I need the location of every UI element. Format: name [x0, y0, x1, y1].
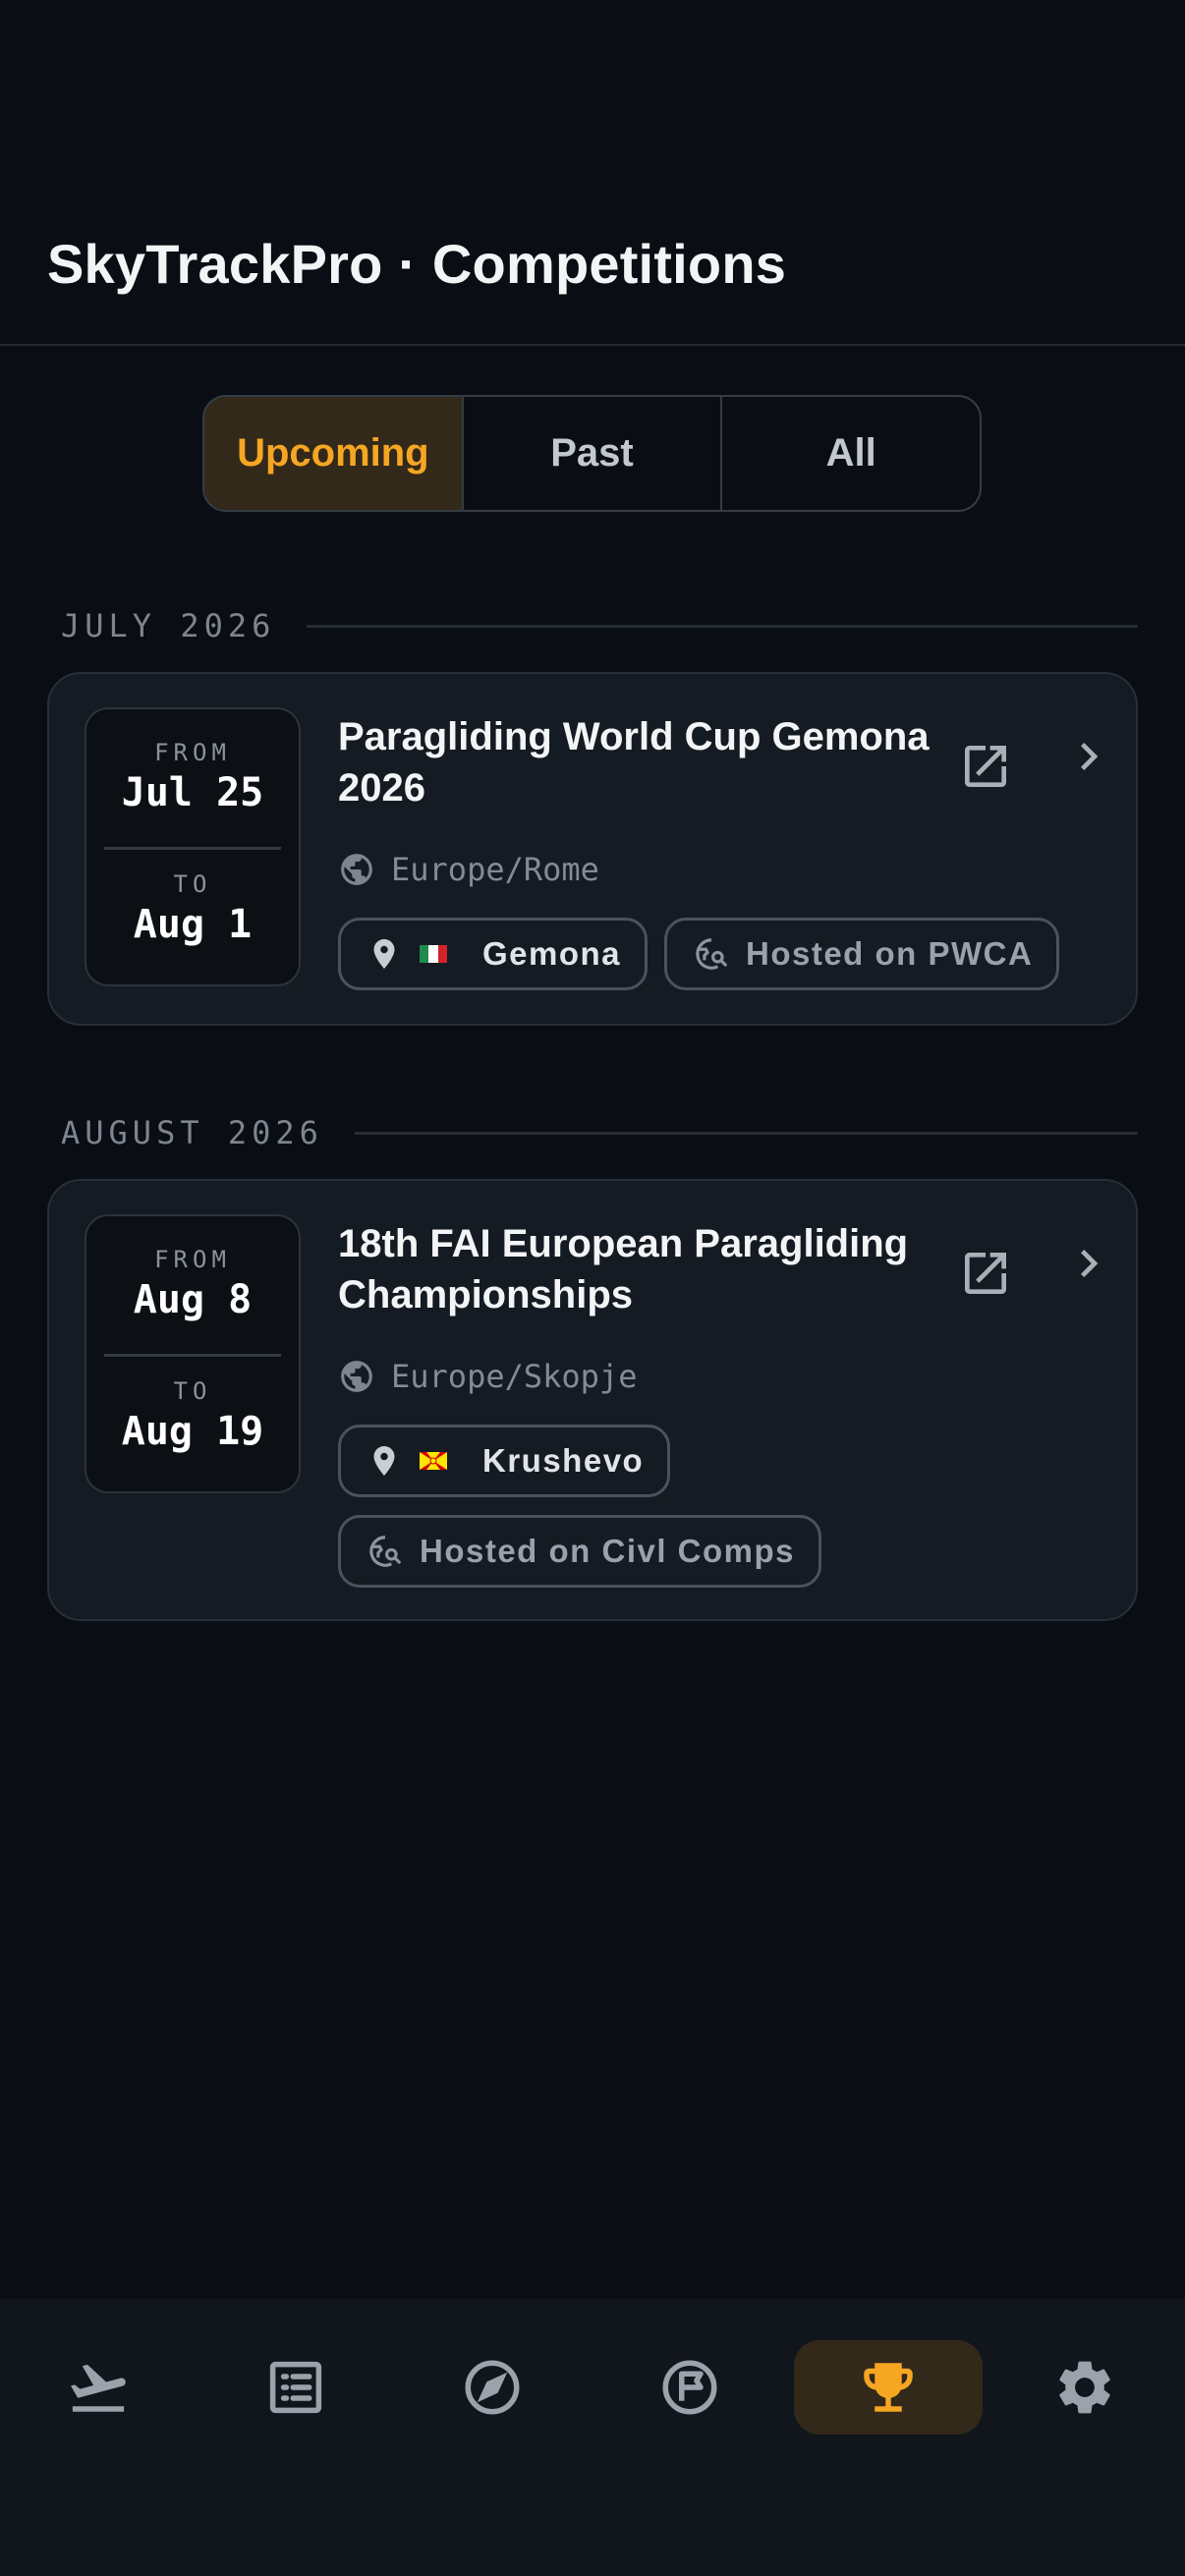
- open-external-icon[interactable]: [958, 1246, 1013, 1301]
- flag-circle-icon: [662, 2360, 717, 2415]
- open-external-icon[interactable]: [958, 739, 1013, 794]
- start-date: Jul 25: [121, 770, 264, 815]
- competition-filter: Upcoming Past All: [202, 395, 982, 512]
- competition-card[interactable]: FROM Aug 8 TO Aug 19 18th FAI European P…: [47, 1179, 1138, 1621]
- trophy-icon: [864, 2363, 913, 2412]
- italy-flag-icon: [420, 945, 447, 963]
- filter-upcoming-button[interactable]: Upcoming: [204, 397, 464, 510]
- travel-explore-icon: [696, 938, 727, 970]
- nav-explore-button[interactable]: [398, 2340, 587, 2435]
- month-header: AUGUST 2026: [61, 1108, 1138, 1157]
- nav-settings-button[interactable]: [990, 2340, 1179, 2435]
- location-pin-icon: [373, 939, 395, 969]
- timezone-text: Europe/Rome: [391, 851, 599, 888]
- filter-all-button[interactable]: All: [722, 397, 980, 510]
- divider: [104, 1354, 281, 1357]
- nav-competitions-button[interactable]: [794, 2340, 983, 2435]
- compass-icon: [465, 2360, 520, 2415]
- end-date: Aug 19: [121, 1409, 264, 1454]
- from-caption: FROM: [154, 739, 231, 766]
- month-label: JULY 2026: [61, 607, 276, 644]
- host-chip[interactable]: Hosted on Civl Comps: [338, 1515, 822, 1588]
- timezone-row: Europe/Rome: [338, 851, 599, 888]
- location-label: Krushevo: [482, 1442, 645, 1479]
- from-caption: FROM: [154, 1246, 231, 1273]
- globe-icon: [341, 854, 372, 885]
- location-pin-icon: [373, 1446, 395, 1476]
- month-header: JULY 2026: [61, 601, 1138, 650]
- chevron-right-icon[interactable]: [1061, 729, 1116, 784]
- divider: [307, 624, 1138, 628]
- flight-takeoff-icon: [71, 2364, 126, 2412]
- competition-card[interactable]: FROM Jul 25 TO Aug 1 Paragliding World C…: [47, 672, 1138, 1026]
- month-label: AUGUST 2026: [61, 1114, 323, 1151]
- start-date: Aug 8: [133, 1277, 253, 1322]
- nav-tasks-button[interactable]: [595, 2340, 784, 2435]
- location-chip[interactable]: Krushevo: [338, 1425, 671, 1497]
- date-range-box: FROM Jul 25 TO Aug 1: [85, 707, 301, 986]
- globe-icon: [341, 1361, 372, 1392]
- timezone-text: Europe/Skopje: [391, 1358, 638, 1395]
- list-icon: [269, 2361, 322, 2414]
- north-macedonia-flag-icon: [420, 1452, 447, 1470]
- end-date: Aug 1: [133, 902, 253, 947]
- competition-title: Paragliding World Cup Gemona 2026: [338, 715, 930, 810]
- divider: [354, 1131, 1138, 1135]
- bottom-navigation: [0, 2299, 1185, 2576]
- date-range-box: FROM Aug 8 TO Aug 19: [85, 1214, 301, 1493]
- app-header: SkyTrackPro · Competitions: [0, 0, 1185, 346]
- travel-explore-icon: [369, 1536, 401, 1567]
- nav-flights-button[interactable]: [4, 2340, 193, 2435]
- timezone-row: Europe/Skopje: [338, 1358, 637, 1395]
- page-title: SkyTrackPro · Competitions: [47, 233, 787, 295]
- filter-past-button[interactable]: Past: [464, 397, 723, 510]
- host-chip[interactable]: Hosted on PWCA: [664, 918, 1060, 990]
- chevron-right-icon[interactable]: [1061, 1236, 1116, 1291]
- to-caption: TO: [173, 1377, 212, 1405]
- competition-title: 18th FAI European Paragliding Championsh…: [338, 1222, 909, 1316]
- to-caption: TO: [173, 870, 212, 898]
- location-label: Gemona: [482, 935, 622, 972]
- host-label: Hosted on Civl Comps: [420, 1533, 796, 1569]
- host-label: Hosted on PWCA: [746, 935, 1034, 972]
- location-chip[interactable]: Gemona: [338, 918, 649, 990]
- divider: [104, 847, 281, 850]
- gear-icon: [1059, 2361, 1110, 2414]
- nav-logbook-button[interactable]: [201, 2340, 390, 2435]
